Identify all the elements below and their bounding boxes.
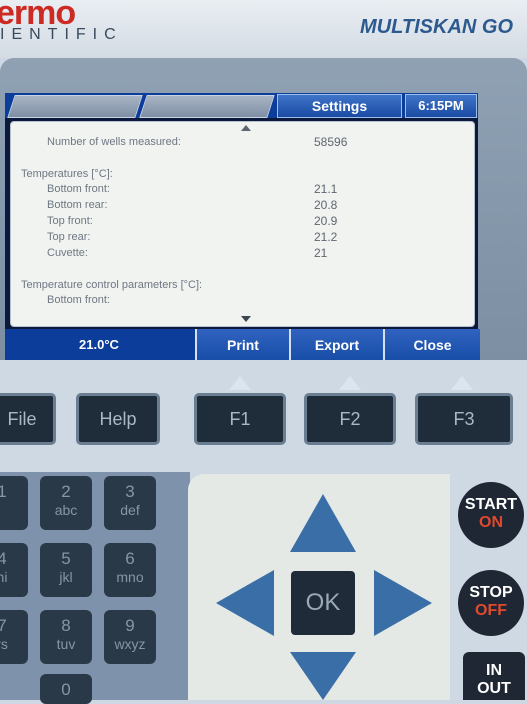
key-5[interactable]: 5 jkl bbox=[40, 543, 92, 597]
key-3[interactable]: 3 def bbox=[104, 476, 156, 530]
tab-settings[interactable]: Settings bbox=[277, 94, 402, 118]
key-8[interactable]: 8 tuv bbox=[40, 610, 92, 664]
arrow-up-icon[interactable] bbox=[290, 494, 356, 552]
start-button[interactable]: START ON bbox=[458, 482, 524, 548]
row-value: 58596 bbox=[314, 135, 348, 149]
tab-2[interactable] bbox=[139, 95, 275, 118]
clock: 6:15PM bbox=[405, 94, 477, 118]
key-7[interactable]: 7rs bbox=[0, 610, 28, 664]
key-6[interactable]: 6 mno bbox=[104, 543, 156, 597]
f2-indicator-icon bbox=[339, 376, 361, 390]
key-1[interactable]: 1 bbox=[0, 476, 28, 530]
file-key[interactable]: File bbox=[0, 393, 56, 445]
brand-subtitle: IENTIFIC bbox=[0, 26, 123, 43]
row-value: 21.1 bbox=[314, 182, 338, 196]
status-bar: 21.0°C Print Export Close bbox=[5, 329, 480, 363]
key-9[interactable]: 9 wxyz bbox=[104, 610, 156, 664]
row-value: 20.9 bbox=[314, 214, 338, 228]
numeric-keypad bbox=[0, 472, 190, 700]
section-heading: Temperature control parameters [°C]: bbox=[21, 279, 203, 291]
f1-indicator-icon bbox=[229, 376, 251, 390]
print-button[interactable]: Print bbox=[195, 329, 289, 363]
scroll-up-icon[interactable] bbox=[241, 125, 251, 131]
row-value: 20.8 bbox=[314, 198, 338, 212]
export-button[interactable]: Export bbox=[289, 329, 383, 363]
arrow-down-icon[interactable] bbox=[290, 652, 356, 700]
key-2[interactable]: 2 abc bbox=[40, 476, 92, 530]
key-4[interactable]: 4 hi bbox=[0, 543, 28, 597]
f3-indicator-icon bbox=[451, 376, 473, 390]
row-label: Bottom front: bbox=[47, 294, 110, 306]
tab-bar: Settings 6:15PM bbox=[5, 93, 478, 118]
row-label: Number of wells measured: bbox=[47, 136, 181, 148]
f3-key[interactable]: F3 bbox=[415, 393, 513, 445]
temperature-readout: 21.0°C bbox=[79, 337, 119, 352]
row-label: Bottom rear: bbox=[47, 199, 108, 211]
row-label: Top front: bbox=[47, 215, 93, 227]
model-name: MULTISKAN GO bbox=[360, 16, 513, 38]
row-value: 21 bbox=[314, 246, 328, 260]
f1-key[interactable]: F1 bbox=[194, 393, 286, 445]
row-label: Top rear: bbox=[47, 231, 91, 243]
device-header: ermo IENTIFIC MULTISKAN GO bbox=[0, 0, 527, 58]
in-out-button[interactable]: IN OUT bbox=[463, 652, 525, 700]
close-button[interactable]: Close bbox=[383, 329, 480, 363]
f2-key[interactable]: F2 bbox=[304, 393, 396, 445]
settings-panel: Number of wells measured: 58596 Temperat… bbox=[10, 121, 475, 327]
arrow-right-icon[interactable] bbox=[374, 570, 432, 636]
section-heading: Temperatures [°C]: bbox=[21, 168, 113, 180]
help-key[interactable]: Help bbox=[76, 393, 160, 445]
row-value: 21.2 bbox=[314, 230, 338, 244]
row-label: Bottom front: bbox=[47, 183, 110, 195]
lcd-screen: Settings 6:15PM Number of wells measured… bbox=[5, 93, 480, 363]
arrow-left-icon[interactable] bbox=[216, 570, 274, 636]
ok-button[interactable]: OK bbox=[291, 571, 355, 635]
row-label: Cuvette: bbox=[47, 247, 88, 259]
tab-1[interactable] bbox=[7, 95, 143, 118]
stop-button[interactable]: STOP OFF bbox=[458, 570, 524, 636]
scroll-down-icon[interactable] bbox=[241, 316, 251, 322]
